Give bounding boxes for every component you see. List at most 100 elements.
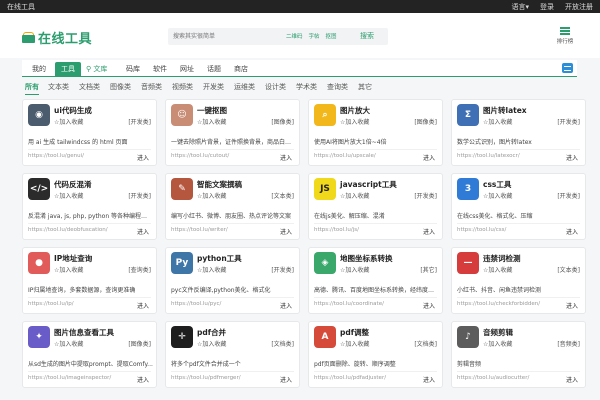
- enter-button[interactable]: 进入: [423, 227, 435, 236]
- tool-card[interactable]: Py python工具 ☆加入收藏 [开发类] pyc文件反编译,python美化、格式…: [165, 247, 300, 314]
- search-tag-copybook[interactable]: 字帖: [309, 32, 320, 40]
- enter-button[interactable]: 进入: [566, 153, 578, 162]
- tool-card[interactable]: ✛ pdf合并 ☆加入收藏 [文档类] 将多个pdf文件合并成一个 https://too…: [165, 321, 300, 388]
- add-favorite-button[interactable]: ☆加入收藏: [483, 117, 512, 126]
- tool-card[interactable]: ☺ 一键抠图 ☆加入收藏 [图像类] 一键去除照片背景，证件照换背景，商品白底图 http…: [165, 99, 300, 166]
- tool-url[interactable]: https://tool.lu/genui/: [28, 153, 84, 159]
- add-favorite-button[interactable]: ☆加入收藏: [340, 191, 369, 200]
- category-ops[interactable]: 运维类: [234, 82, 255, 92]
- tool-card[interactable]: ⌕ 图片放大 ☆加入收藏 [图像类] 使用AI将图片放大1倍~4倍 https://too…: [308, 99, 443, 166]
- tool-url[interactable]: https://tool.lu/pdfmerger/: [171, 375, 241, 381]
- search-button[interactable]: 搜索: [360, 31, 374, 41]
- top-brand[interactable]: 在线工具: [7, 2, 35, 12]
- tool-url[interactable]: https://tool.lu/pdfadjuster/: [314, 375, 386, 381]
- add-favorite-button[interactable]: ☆加入收藏: [483, 339, 512, 348]
- tool-url[interactable]: https://tool.lu/imageinspector/: [28, 375, 111, 381]
- tool-url[interactable]: https://tool.lu/deobfuscation/: [28, 227, 108, 233]
- category-query[interactable]: 查询类: [327, 82, 348, 92]
- nav-tools[interactable]: 工具: [55, 62, 81, 76]
- tool-url[interactable]: https://tool.lu/audiocutter/: [457, 375, 529, 381]
- enter-button[interactable]: 进入: [566, 227, 578, 236]
- nav-docs[interactable]: ⚲ 文库: [86, 64, 107, 74]
- tool-card[interactable]: JS javascript工具 ☆加入收藏 [开发类] 在线js美化、解压缩、混淆 htt…: [308, 173, 443, 240]
- tool-card[interactable]: ◉ ui代码生成 ☆加入收藏 [开发类] 用 ai 生成 tailwindcss 的 h…: [22, 99, 157, 166]
- add-favorite-button[interactable]: ☆加入收藏: [197, 265, 226, 274]
- nav-store[interactable]: 商店: [234, 64, 248, 74]
- toolbox-icon: [22, 32, 35, 43]
- add-favorite-button[interactable]: ☆加入收藏: [197, 191, 226, 200]
- language-menu[interactable]: 语言▾: [511, 2, 529, 12]
- tool-card[interactable]: ✎ 智能文案撰稿 ☆加入收藏 [文本类] 编写小红书、微博、朋友圈、热点评论等文案 htt…: [165, 173, 300, 240]
- tool-category: [文本类]: [271, 193, 294, 200]
- tool-card[interactable]: ✦ 图片信息查看工具 ☆加入收藏 [图像类] 从sd生成的图片中提取prompt、提取C…: [22, 321, 157, 388]
- login-link[interactable]: 登录: [540, 2, 554, 12]
- tool-card[interactable]: </> 代码反混淆 ☆加入收藏 [开发类] 反混淆 java, js, php, pyt…: [22, 173, 157, 240]
- enter-button[interactable]: 进入: [423, 301, 435, 310]
- category-academic[interactable]: 学术类: [296, 82, 317, 92]
- tool-card[interactable]: ◈ 地图坐标系转换 ☆加入收藏 [其它] 高德、腾讯、百度地图坐标系转换，经纬度转换 ht…: [308, 247, 443, 314]
- chat-icon[interactable]: [562, 63, 573, 73]
- tool-card[interactable]: — 违禁词检测 ☆加入收藏 [文本类] 小红书、抖音、闲鱼违禁词检测 https://to…: [451, 247, 586, 314]
- add-favorite-button[interactable]: ☆加入收藏: [54, 265, 83, 274]
- tool-url[interactable]: https://tool.lu/css/: [457, 227, 506, 233]
- ranking-button[interactable]: 排行榜: [554, 27, 576, 45]
- add-favorite-button[interactable]: ☆加入收藏: [483, 265, 512, 274]
- category-design[interactable]: 设计类: [265, 82, 286, 92]
- category-all[interactable]: 所有: [25, 82, 39, 95]
- tool-url[interactable]: https://tool.lu/ip/: [28, 301, 74, 307]
- enter-button[interactable]: 进入: [280, 375, 292, 384]
- category-dev[interactable]: 开发类: [203, 82, 224, 92]
- enter-button[interactable]: 进入: [423, 153, 435, 162]
- category-image[interactable]: 图像类: [110, 82, 131, 92]
- tool-url[interactable]: https://tool.lu/writer/: [171, 227, 228, 233]
- nav-software[interactable]: 软件: [153, 64, 167, 74]
- tool-url[interactable]: https://tool.lu/js/: [314, 227, 359, 233]
- add-favorite-button[interactable]: ☆加入收藏: [197, 339, 226, 348]
- add-favorite-button[interactable]: ☆加入收藏: [54, 117, 83, 126]
- enter-button[interactable]: 进入: [137, 375, 149, 384]
- nav-mine[interactable]: 我的: [32, 64, 46, 74]
- add-favorite-button[interactable]: ☆加入收藏: [54, 191, 83, 200]
- add-favorite-button[interactable]: ☆加入收藏: [54, 339, 83, 348]
- nav-sites[interactable]: 网址: [180, 64, 194, 74]
- add-favorite-button[interactable]: ☆加入收藏: [340, 339, 369, 348]
- tool-url[interactable]: https://tool.lu/upscale/: [314, 153, 376, 159]
- category-audio[interactable]: 音频类: [141, 82, 162, 92]
- category-document[interactable]: 文档类: [79, 82, 100, 92]
- enter-button[interactable]: 进入: [137, 301, 149, 310]
- tool-card[interactable]: Σ 图片转latex ☆加入收藏 [开发类] 数学公式识别，图片转latex https:…: [451, 99, 586, 166]
- nav-topics[interactable]: 话题: [207, 64, 221, 74]
- tool-card[interactable]: ● IP地址查询 ☆加入收藏 [查询类] IP归属地查询，多套数据源，查询更准确 http…: [22, 247, 157, 314]
- site-logo[interactable]: 在线工具: [22, 28, 92, 47]
- add-favorite-button[interactable]: ☆加入收藏: [340, 117, 369, 126]
- enter-button[interactable]: 进入: [137, 153, 149, 162]
- add-favorite-button[interactable]: ☆加入收藏: [483, 191, 512, 200]
- tool-url[interactable]: https://tool.lu/pyc/: [171, 301, 221, 307]
- tool-card[interactable]: Apdf调整 ☆加入收藏 [文档类] pdf页面删除、旋转、顺序调整 https://t…: [308, 321, 443, 388]
- enter-button[interactable]: 进入: [280, 301, 292, 310]
- enter-button[interactable]: 进入: [280, 227, 292, 236]
- nav-code[interactable]: 码库: [126, 64, 140, 74]
- tool-url[interactable]: https://tool.lu/cutout/: [171, 153, 229, 159]
- tool-card[interactable]: ♪ 音频剪辑 ☆加入收藏 [音频类] 剪辑音频 https://tool.lu/audio…: [451, 321, 586, 388]
- category-other[interactable]: 其它: [358, 82, 372, 92]
- tool-url[interactable]: https://tool.lu/latexocr/: [457, 153, 520, 159]
- search-tag-qrcode[interactable]: 二维码: [286, 32, 303, 40]
- enter-button[interactable]: 进入: [280, 153, 292, 162]
- tool-description: 一键去除照片背景，证件照换背景，商品白底图: [171, 139, 296, 146]
- tool-card[interactable]: 3 css工具 ☆加入收藏 [开发类] 在线css美化、格式化、压缩 https://to…: [451, 173, 586, 240]
- enter-button[interactable]: 进入: [423, 375, 435, 384]
- category-video[interactable]: 视频类: [172, 82, 193, 92]
- nav-docs-label: 文库: [93, 65, 108, 73]
- category-text[interactable]: 文本类: [48, 82, 69, 92]
- add-favorite-button[interactable]: ☆加入收藏: [197, 117, 226, 126]
- search-tag-cutout[interactable]: 抠图: [326, 32, 337, 40]
- tool-url[interactable]: https://tool.lu/coordinate/: [314, 301, 384, 307]
- enter-button[interactable]: 进入: [566, 375, 578, 384]
- search-input[interactable]: [173, 31, 273, 42]
- register-link[interactable]: 开放注册: [565, 2, 593, 12]
- add-favorite-button[interactable]: ☆加入收藏: [340, 265, 369, 274]
- enter-button[interactable]: 进入: [137, 227, 149, 236]
- tool-url[interactable]: https://tool.lu/checkforbidden/: [457, 301, 540, 307]
- enter-button[interactable]: 进入: [566, 301, 578, 310]
